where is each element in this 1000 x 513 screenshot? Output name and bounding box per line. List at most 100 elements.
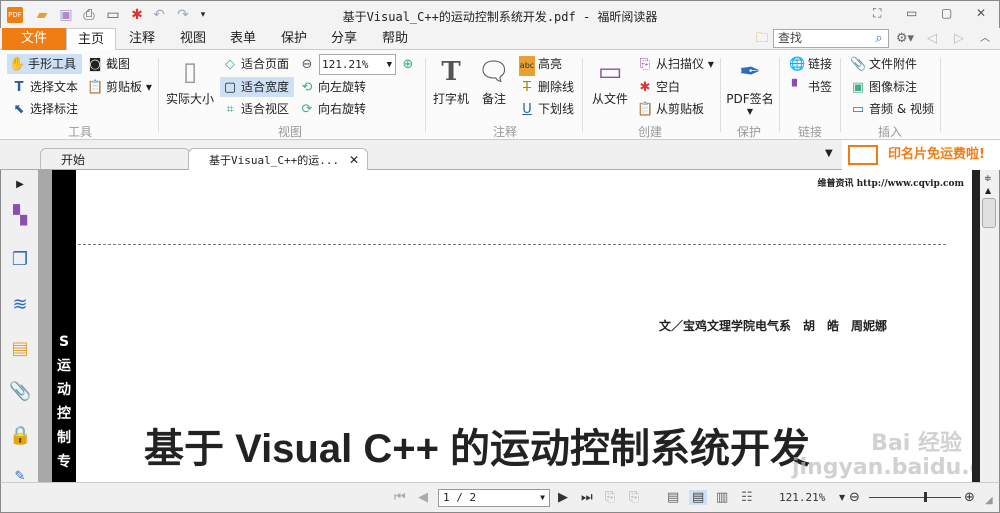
scroll-thumb[interactable]	[982, 198, 996, 228]
single-page-icon[interactable]: ▤	[667, 490, 679, 505]
facing-page-icon[interactable]: ▥	[716, 490, 728, 505]
author-line: 文／宝鸡文理学院电气系 胡 皓 周妮娜	[658, 319, 887, 333]
zoom-dropdown-icon[interactable]: ▼	[839, 493, 845, 502]
screenshot-button[interactable]: ◙ 截图	[85, 54, 130, 74]
close-tab-icon[interactable]: ✕	[349, 149, 359, 171]
zoom-in-button[interactable]: ⊕	[398, 54, 419, 74]
menu-tabs: 文件 主页 注释 视图 表单 保护 分享 帮助 🗀 查找 ⌕ ⚙▾ ◁ ▷ ︿	[0, 28, 1000, 51]
continuous-page-icon[interactable]: ▤	[689, 490, 708, 505]
typewriter-icon: T	[441, 57, 461, 87]
security-icon[interactable]: 🔒	[9, 425, 31, 447]
clipboard-icon: 📋	[637, 102, 654, 117]
zoom-in-icon[interactable]: ⊕	[964, 490, 975, 505]
fit-page-button[interactable]: ◇ 适合页面	[220, 54, 289, 74]
zoom-select[interactable]: 121.21% ▼	[319, 54, 396, 75]
header-rule	[78, 244, 946, 245]
actual-size-button[interactable]: ▯ 实际大小	[164, 54, 216, 107]
tab-comment[interactable]: 注释	[120, 28, 164, 50]
layers-icon[interactable]: ≋	[9, 294, 31, 316]
search-icon[interactable]: ⌕	[870, 28, 888, 50]
pages-icon[interactable]: ❐	[9, 249, 31, 271]
note-button[interactable]: 🗨 备注	[476, 54, 512, 107]
resize-grip-icon[interactable]: ◢	[985, 495, 993, 506]
from-file-button[interactable]: ▭ 从文件	[588, 54, 632, 107]
rotate-right-icon: ⟳	[301, 102, 313, 117]
fit-visible-button[interactable]: ⌗ 适合视区	[220, 99, 289, 119]
zoom-value[interactable]: 121.21%	[779, 491, 825, 504]
text-cursor-icon: T	[14, 80, 24, 95]
file-attachment-button[interactable]: 📎 文件附件	[848, 54, 917, 74]
ad-text: 印名片免运费啦!	[888, 147, 985, 162]
strikeout-button[interactable]: T 删除线	[517, 77, 574, 97]
zoom-slider-handle[interactable]	[924, 492, 928, 502]
prev-result-icon[interactable]: ◁	[925, 28, 939, 50]
comments-icon[interactable]: ▤	[9, 338, 31, 360]
next-result-icon[interactable]: ▷	[952, 28, 966, 50]
ad-banner[interactable]: 印名片免运费啦!	[842, 140, 1000, 170]
tab-protect[interactable]: 保护	[272, 28, 316, 50]
tab-form[interactable]: 表单	[221, 28, 265, 50]
tab-start[interactable]: 开始	[40, 148, 190, 170]
rotate-left-button[interactable]: ⟲ 向左旋转	[297, 77, 366, 97]
tab-document[interactable]: 基于Visual_C++的运... ✕	[188, 148, 368, 170]
highlight-button[interactable]: abc 高亮	[517, 54, 562, 76]
expand-panel-icon[interactable]: ▶	[9, 174, 31, 196]
tab-help[interactable]: 帮助	[373, 28, 417, 50]
tab-home[interactable]: 主页	[66, 28, 116, 51]
tab-list-dropdown-icon[interactable]: ▼	[825, 148, 833, 159]
select-text-button[interactable]: T 选择文本	[9, 77, 78, 97]
window-title: 基于Visual_C++的运动控制系统开发.pdf - 福昕阅读器	[342, 10, 658, 24]
first-page-icon[interactable]: ⏮	[394, 490, 406, 505]
vertical-scrollbar[interactable]: ≑ ▲	[980, 170, 1000, 482]
clipboard-button[interactable]: 📋 剪贴板 ▾	[85, 77, 152, 97]
image-icon: ▣	[851, 80, 865, 95]
hand-tool-button[interactable]: ✋ 手形工具	[7, 54, 82, 74]
scroll-up-icon[interactable]: ▲	[985, 186, 991, 195]
maximize-button[interactable]: ▢	[941, 6, 952, 20]
last-page-icon[interactable]: ⏭	[581, 490, 593, 505]
next-page-icon[interactable]: ▶	[558, 490, 568, 505]
tab-view[interactable]: 视图	[171, 28, 215, 50]
group-label-view: 视图	[277, 125, 302, 139]
page-number-input[interactable]: 1 / 2 ▼	[438, 489, 550, 507]
rotate-left-icon: ⟲	[301, 80, 313, 95]
pdf-sign-button[interactable]: ✒ PDF签名 ▼	[724, 54, 776, 116]
select-annotation-button[interactable]: ⬉ 选择标注	[9, 99, 78, 119]
rotate-right-button[interactable]: ⟳ 向右旋转	[297, 99, 366, 119]
tab-share[interactable]: 分享	[322, 28, 366, 50]
prev-view-icon[interactable]: ⎘	[605, 490, 615, 505]
minimize-button[interactable]: ▭	[906, 6, 917, 20]
prev-page-icon[interactable]: ◀	[418, 490, 428, 505]
bookmark-button[interactable]: ▘ 书签	[787, 77, 832, 97]
panel-resize-handle[interactable]	[38, 170, 52, 482]
note-icon: 🗨	[477, 57, 511, 87]
attachments-icon[interactable]: 📎	[9, 381, 31, 403]
link-button[interactable]: 🌐 链接	[787, 54, 832, 74]
settings-icon[interactable]: ⚙▾	[893, 28, 917, 50]
underline-button[interactable]: U 下划线	[517, 99, 574, 119]
zoom-slider[interactable]	[869, 492, 961, 502]
fit-width-button[interactable]: ▢ 适合宽度	[220, 77, 294, 97]
fullscreen-icon[interactable]: ⛶	[873, 6, 881, 21]
bookmark-icon: ▘	[792, 80, 802, 95]
audio-video-button[interactable]: ▭ 音频 & 视频	[848, 99, 934, 119]
tab-file[interactable]: 文件	[2, 28, 66, 50]
split-icon[interactable]: ≑	[984, 174, 992, 184]
bookmarks-icon[interactable]: ▚	[9, 205, 31, 227]
zoom-out-icon[interactable]: ⊖	[849, 490, 860, 505]
close-button[interactable]: ✕	[976, 6, 986, 20]
group-label-tools: 工具	[67, 125, 92, 139]
document-tabs: 开始 基于Visual_C++的运... ✕ ▼ 印名片免运费啦!	[0, 140, 1000, 170]
page-icon: ▯	[182, 57, 198, 87]
zoom-out-button[interactable]: ⊖	[297, 54, 318, 74]
typewriter-button[interactable]: T 打字机	[430, 54, 472, 107]
collapse-ribbon-icon[interactable]: ︿	[978, 28, 992, 50]
image-annotation-button[interactable]: ▣ 图像标注	[848, 77, 917, 97]
continuous-facing-icon[interactable]: ☷	[741, 490, 753, 505]
divider	[840, 58, 841, 132]
folder-search-icon[interactable]: 🗀	[752, 28, 772, 50]
from-clipboard-button[interactable]: 📋 从剪贴板	[635, 99, 704, 119]
next-view-icon[interactable]: ⎘	[629, 490, 639, 505]
from-scanner-button[interactable]: ⎘ 从扫描仪 ▾	[635, 54, 714, 74]
blank-button[interactable]: ✱ 空白	[635, 77, 680, 97]
